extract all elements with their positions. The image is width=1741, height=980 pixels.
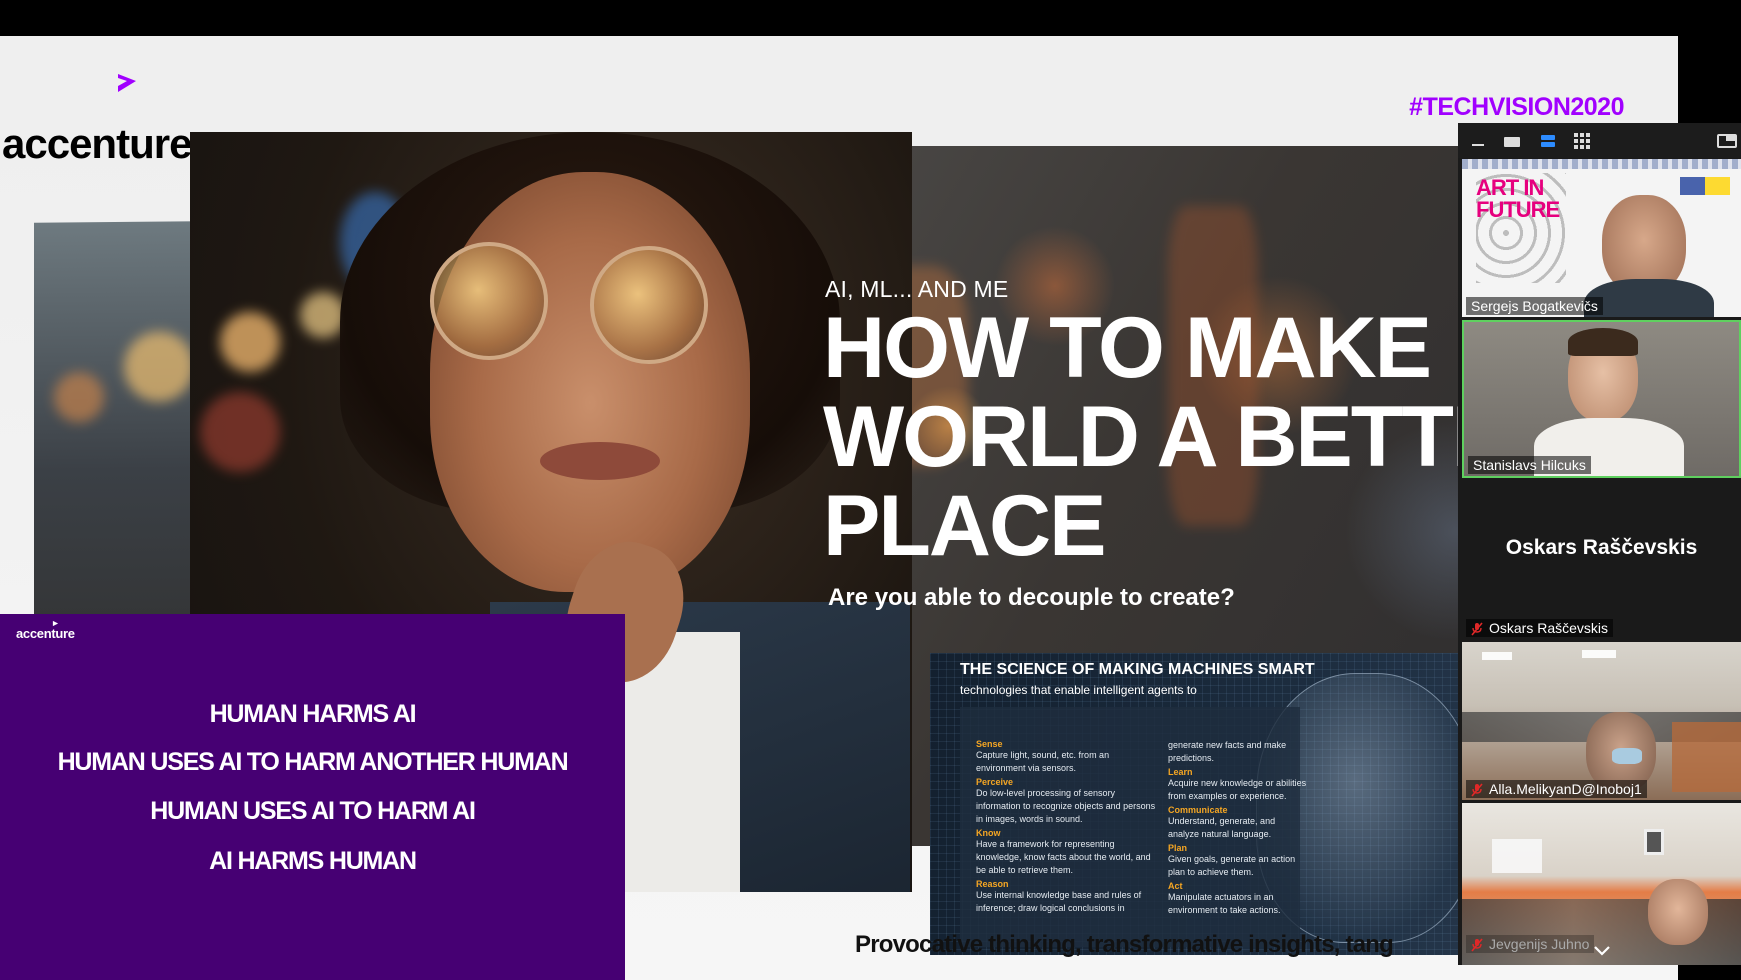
accenture-wordmark: accenture <box>2 120 192 167</box>
minimize-icon[interactable] <box>1468 132 1488 150</box>
science-left-column: Sense Capture light, sound, etc. from an … <box>976 737 1156 915</box>
talk-title-line-2: WORLD A BETTE <box>823 389 1509 485</box>
participant-tile-2-active-speaker[interactable]: Stanislavs Hilcuks <box>1462 320 1741 478</box>
science-item: Learn Acquire new knowledge or abilities … <box>1168 767 1307 801</box>
harm-line-4: AI HARMS HUMAN <box>209 847 417 875</box>
talk-kicker: AI, ML... AND ME <box>825 276 1009 302</box>
speaker-view-icon[interactable] <box>1502 132 1522 150</box>
science-item: Know Have a framework for representing kn… <box>976 828 1151 875</box>
purple-accenture-logo: accenture <box>16 620 75 641</box>
science-item: Plan Given goals, generate an action plan… <box>1168 843 1296 877</box>
science-item: Communicate Understand, generate, and ana… <box>1168 805 1276 839</box>
participant-display-name: Oskars Raščevskis <box>1505 536 1698 559</box>
muted-mic-icon <box>1471 622 1483 636</box>
science-slide: THE SCIENCE OF MAKING MACHINES SMART tec… <box>930 653 1458 955</box>
accenture-chevron-icon <box>118 74 136 92</box>
participant-name: Oskars Raščevskis <box>1466 618 1614 637</box>
muted-mic-icon <box>1471 783 1483 797</box>
video-participants-panel: ART IN FUTURE Sergejs Bogatkevičs Stanis… <box>1458 123 1741 965</box>
talk-title: HOW TO MAKE WORLD A BETTE PLACE <box>823 300 1509 574</box>
participant-name: Jevgenijs Juhno <box>1466 934 1595 953</box>
science-right-column: generate new facts and make predictions.… <box>1168 737 1308 917</box>
participant-tile-3-video-off[interactable]: Oskars Raščevskis Oskars Raščevskis <box>1462 481 1741 639</box>
science-item: generate new facts and make predictions. <box>1168 740 1287 763</box>
exit-fullscreen-icon[interactable] <box>1716 132 1738 150</box>
hashtag-techvision: #TECHVISION2020 <box>1409 93 1624 121</box>
participant-name: Alla.MelikyanD@Inoboj1 <box>1466 779 1647 798</box>
scroll-down-chevron-icon[interactable] <box>1590 943 1614 963</box>
gallery-view-icon[interactable] <box>1572 132 1592 150</box>
participant-tile-4[interactable]: Alla.MelikyanD@Inoboj1 <box>1462 642 1741 800</box>
science-subtitle: technologies that enable intelligent age… <box>960 683 1197 697</box>
harm-line-3: HUMAN USES AI TO HARM AI <box>150 797 476 825</box>
harm-line-2: HUMAN USES AI TO HARM ANOTHER HUMAN <box>57 748 569 776</box>
harm-line-1: HUMAN HARMS AI <box>209 700 417 728</box>
participant-tile-1[interactable]: ART IN FUTURE Sergejs Bogatkevičs <box>1462 159 1741 317</box>
video-panel-toolbar <box>1458 123 1741 158</box>
participant-name: Stanislavs Hilcuks <box>1468 456 1591 474</box>
science-item: Act Manipulate actuators in an environmen… <box>1168 881 1281 915</box>
participant-tile-5[interactable]: Jevgenijs Juhno <box>1462 803 1741 965</box>
shared-slide: accenture #TECHVISION2020 AI, ML... AND … <box>0 36 1678 980</box>
science-item: Reason Use internal knowledge base and ru… <box>976 879 1142 913</box>
accenture-chevron-icon <box>52 620 59 627</box>
science-item: Sense Capture light, sound, etc. from an … <box>976 739 1110 773</box>
slide-tagline: Provocative thinking, transformative ins… <box>855 931 1394 958</box>
screen: accenture #TECHVISION2020 AI, ML... AND … <box>0 0 1741 980</box>
science-item: Perceive Do low-level processing of senso… <box>976 777 1156 824</box>
talk-title-line-1: HOW TO MAKE <box>823 300 1432 396</box>
purple-overlay-slide: accenture HUMAN HARMS AI HUMAN USES AI T… <box>0 614 625 980</box>
talk-title-line-3: PLACE <box>823 478 1106 574</box>
strip-view-icon[interactable] <box>1538 132 1558 150</box>
art-in-future-banner: ART IN FUTURE <box>1476 175 1560 222</box>
talk-subtitle: Are you able to decouple to create? <box>828 584 1235 611</box>
participant-name: Sergejs Bogatkevičs <box>1466 297 1603 315</box>
muted-mic-icon <box>1471 938 1483 952</box>
science-title: THE SCIENCE OF MAKING MACHINES SMART <box>960 661 1315 678</box>
